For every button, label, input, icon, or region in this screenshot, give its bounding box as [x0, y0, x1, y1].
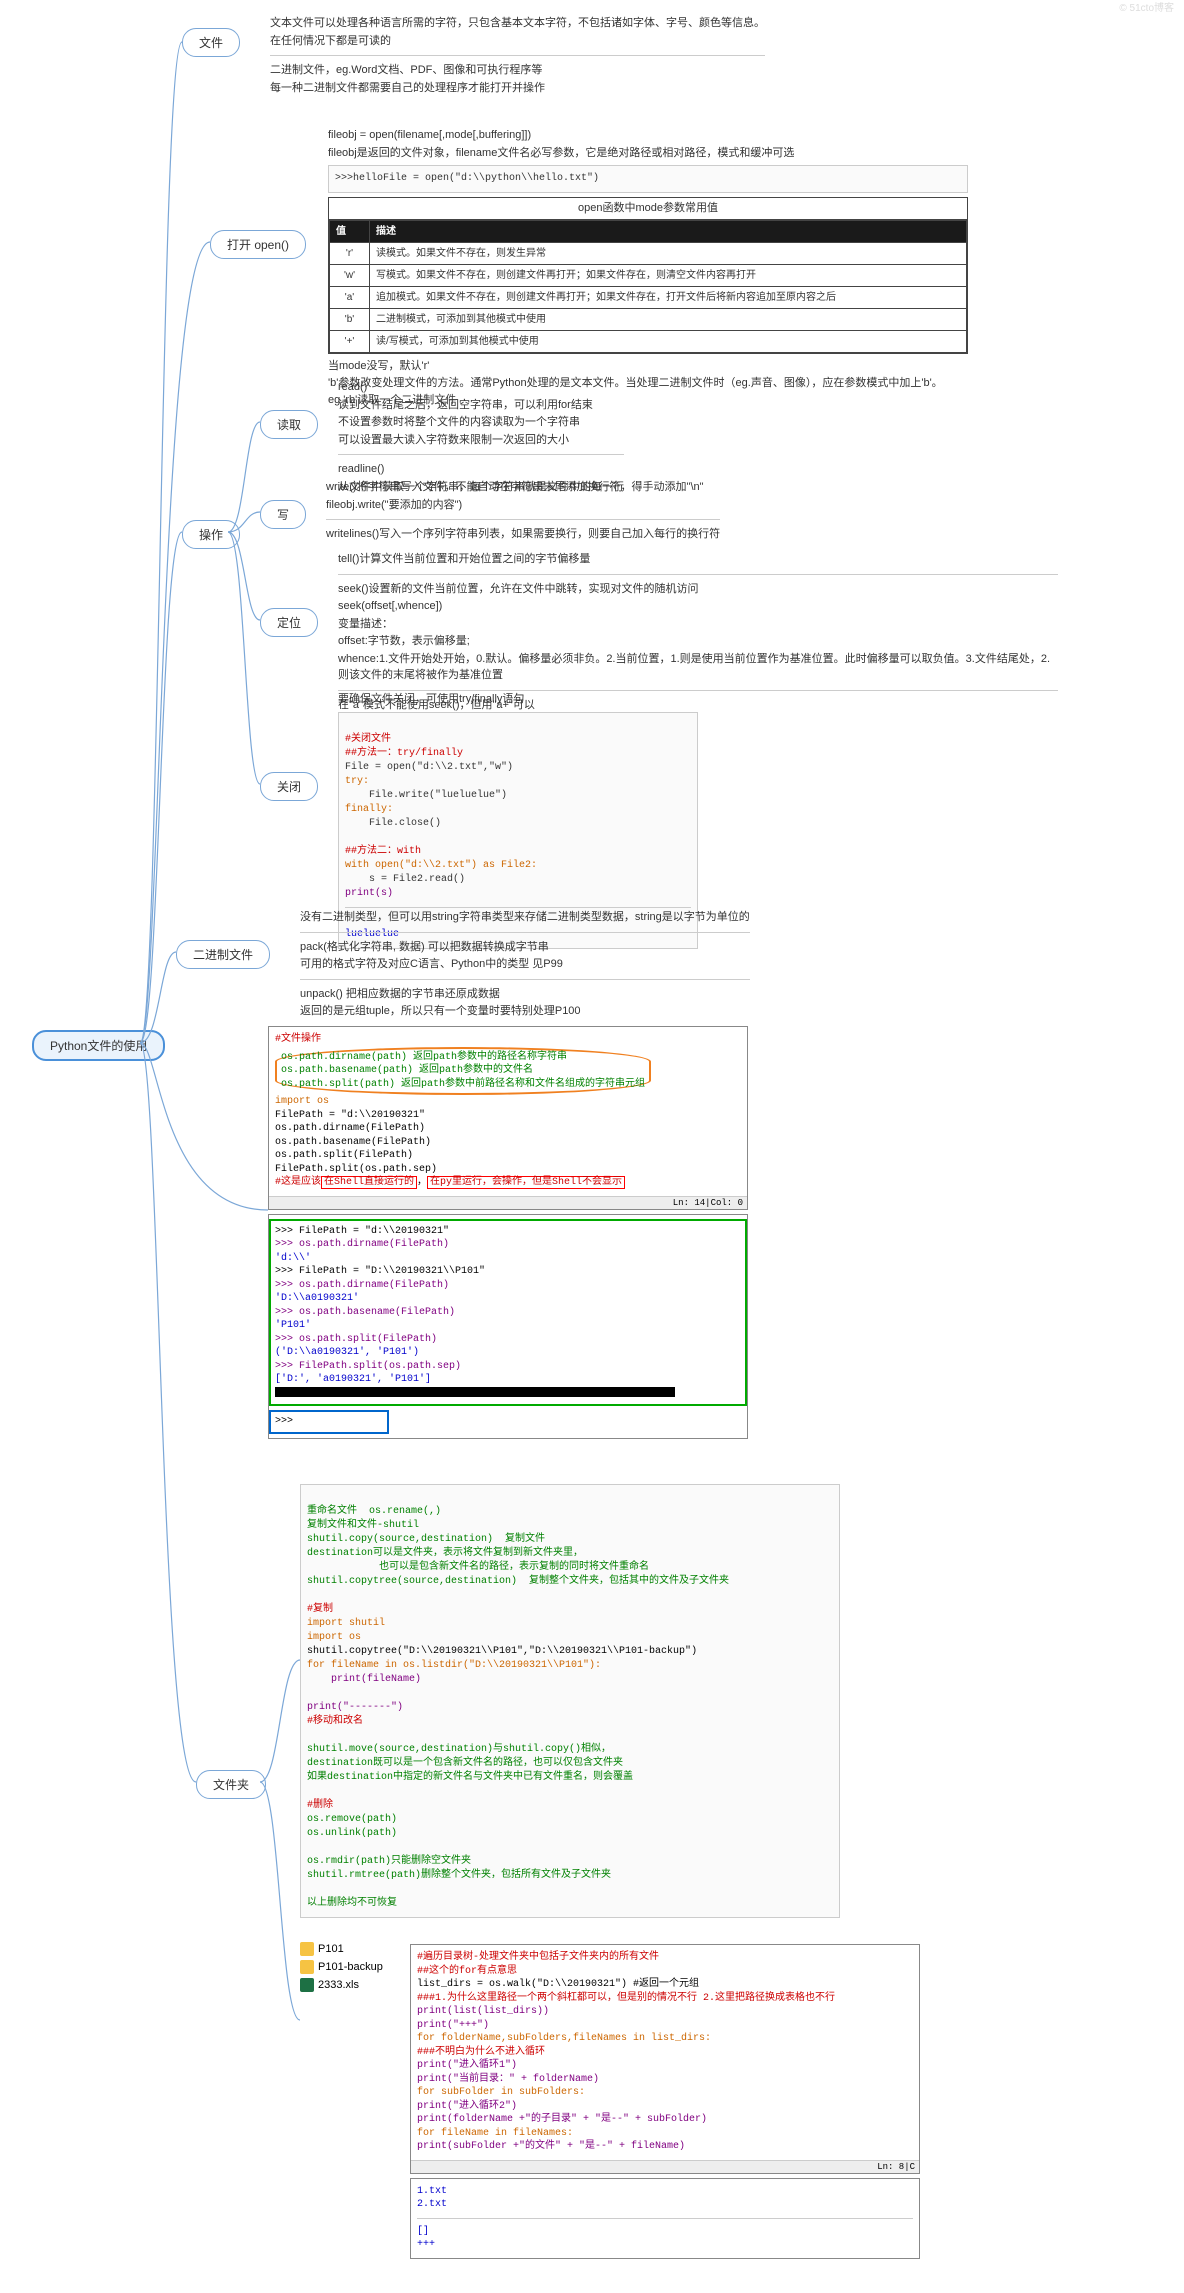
seek-l2: seek()设置新的文件当前位置，允许在文件中跳转，实现对文件的随机访问 — [338, 581, 1058, 598]
idle1-a1: os.path.dirname(path) 返回path参数中的路径名称字符串 — [281, 1052, 567, 1063]
write-l1: write()将字符串写入文件，不能自动在字符串末尾添加换行符，得手动添加"\n… — [326, 479, 720, 496]
idle1-nr1: 在Shell直接运行的 — [321, 1176, 417, 1189]
th-desc: 描述 — [370, 220, 967, 242]
idle1-a2: os.path.basename(path) 返回path参数中的文件名 — [281, 1065, 533, 1076]
close-l1: 要确保文件关闭，可使用try/finally语句 — [338, 691, 698, 708]
write-l3: writelines()写入一个序列字符串列表，如果需要换行，则要自己加入每行的… — [326, 526, 720, 543]
node-close[interactable]: 关闭 — [260, 772, 318, 801]
open-l3: 当mode没写，默认'r' — [328, 358, 968, 375]
s1: >>> FilePath = "d:\\20190321" — [275, 1226, 449, 1237]
node-seek[interactable]: 定位 — [260, 608, 318, 637]
idle-editor-1: #文件操作 os.path.dirname(path) 返回path参数中的路径… — [268, 1026, 748, 1210]
file-p101b: P101-backup — [318, 1961, 383, 1973]
idle1-status: Ln: 14|Col: 0 — [269, 1196, 747, 1209]
read-h2: readline() — [338, 461, 624, 478]
idle1-a3: os.path.split(path) 返回path参数中前路径名称和文件名组成… — [281, 1079, 645, 1090]
node-binary[interactable]: 二进制文件 — [176, 940, 270, 969]
th-val: 值 — [330, 220, 370, 242]
read-h1: read() — [338, 379, 624, 396]
idle1-c2: FilePath = "d:\\20190321" — [275, 1110, 425, 1121]
write-l2: fileobj.write("要添加的内容") — [326, 497, 720, 514]
s12: ['D:', 'a0190321', 'P101'] — [275, 1374, 431, 1385]
bin-l1: 没有二进制类型，但可以用string字符串类型来存储二进制类型数据，string… — [300, 909, 750, 926]
mode-a-desc: 追加模式。如果文件不存在，则创建文件再打开；如果文件存在，打开文件后将新内容追加… — [370, 286, 967, 308]
bin-l4: unpack() 把相应数据的字节串还原成数据 — [300, 986, 750, 1003]
s14: >>> — [275, 1416, 293, 1427]
mode-r-desc: 读模式。如果文件不存在，则发生异常 — [370, 242, 967, 264]
s10: ('D:\\a0190321', 'P101') — [275, 1347, 419, 1358]
s4: >>> FilePath = "D:\\20190321\\P101" — [275, 1266, 485, 1277]
idle1-c5: os.path.split(FilePath) — [275, 1150, 413, 1161]
idle-shell-1: >>> FilePath = "d:\\20190321" >>> os.pat… — [268, 1214, 748, 1440]
mode-table-title: open函数中mode参数常用值 — [329, 198, 967, 220]
file-l3: 二进制文件，eg.Word文档、PDF、图像和可执行程序等 — [270, 62, 765, 79]
mode-a: 'a' — [330, 286, 370, 308]
file-xls: 2333.xls — [318, 1979, 359, 1991]
open-l1: fileobj = open(filename[,mode[,buffering… — [328, 127, 968, 144]
open-l2: fileobj是返回的文件对象，filename文件名必写参数，它是绝对路径或相… — [328, 145, 968, 162]
s9: >>> os.path.split(FilePath) — [275, 1334, 437, 1345]
idle1-c1: import os — [275, 1096, 329, 1107]
bin-l2: pack(格式化字符串, 数据) 可以把数据转换成字节串 — [300, 939, 750, 956]
mode-b-desc: 二进制模式，可添加到其他模式中使用 — [370, 308, 967, 330]
xls-icon — [300, 1978, 314, 1992]
walk-status: Ln: 8|C — [411, 2160, 919, 2173]
file-l1: 文本文件可以处理各种语言所需的字符，只包含基本文本字符，不包括诸如字体、字号、颜… — [270, 15, 765, 32]
idle1-c3: os.path.dirname(FilePath) — [275, 1123, 425, 1134]
mode-w: 'w' — [330, 264, 370, 286]
watermark: © 51cto博客 — [1119, 0, 1174, 14]
seek-l1: tell()计算文件当前位置和开始位置之间的字节偏移量 — [338, 551, 1058, 568]
seek-l5: offset:字节数，表示偏移量; — [338, 633, 1058, 650]
seek-l3: seek(offset[,whence]) — [338, 598, 1058, 615]
read-l2: 不设置参数时将整个文件的内容读取为一个字符串 — [338, 414, 624, 431]
s8: 'P101' — [275, 1320, 311, 1331]
file-l4: 每一种二进制文件都需要自己的处理程序才能打开并操作 — [270, 80, 765, 97]
node-write[interactable]: 写 — [260, 500, 306, 529]
s7: >>> os.path.basename(FilePath) — [275, 1307, 455, 1318]
mode-r: 'r' — [330, 242, 370, 264]
folder-code: 重命名文件 os.rename(,) 复制文件和文件-shutil shutil… — [300, 1484, 840, 1918]
mode-table: open函数中mode参数常用值 值描述 'r'读模式。如果文件不存在，则发生异… — [328, 197, 968, 354]
idle1-c4: os.path.basename(FilePath) — [275, 1137, 431, 1148]
mode-w-desc: 写模式。如果文件不存在，则创建文件再打开；如果文件存在，则清空文件内容再打开 — [370, 264, 967, 286]
file-p101: P101 — [318, 1943, 344, 1955]
walk-output: 1.txt 2.txt [] +++ — [410, 2178, 920, 2259]
node-ops[interactable]: 操作 — [182, 520, 240, 549]
walk-editor: #遍历目录树-处理文件夹中包括子文件夹内的所有文件 ##这个的for有点意思 l… — [410, 1944, 920, 2174]
idle1-c6: FilePath.split(os.path.sep) — [275, 1164, 437, 1175]
idle1-nm: ， — [417, 1177, 427, 1188]
idle1-nr2: 在py里运行，会操作，但是Shell不会显示 — [427, 1176, 625, 1189]
bin-l3: 可用的格式字符及对应C语言、Python中的类型 见P99 — [300, 956, 750, 973]
s3: 'd:\\' — [275, 1253, 311, 1264]
s6: 'D:\\a0190321' — [275, 1293, 359, 1304]
s2: >>> os.path.dirname(FilePath) — [275, 1239, 449, 1250]
open-code1: >>>helloFile = open("d:\\python\\hello.t… — [328, 165, 968, 193]
seek-l6: whence:1.文件开始处开始，0.默认。偏移量必须非负。2.当前位置，1.则… — [338, 651, 1058, 684]
node-read[interactable]: 读取 — [260, 410, 318, 439]
s11: >>> FilePath.split(os.path.sep) — [275, 1361, 461, 1372]
s13: >>> — [275, 1387, 675, 1397]
node-open[interactable]: 打开 open() — [210, 230, 306, 259]
s5: >>> os.path.dirname(FilePath) — [275, 1280, 449, 1291]
folder-icon — [300, 1942, 314, 1956]
seek-l4: 变量描述： — [338, 616, 1058, 633]
folder-icon — [300, 1960, 314, 1974]
mode-plus: '+' — [330, 330, 370, 352]
bin-l5: 返回的是元组tuple，所以只有一个变量时要特别处理P100 — [300, 1003, 750, 1020]
read-l1: 读到文件结尾之后，返回空字符串，可以利用for结束 — [338, 397, 624, 414]
file-l2: 在任何情况下都是可读的 — [270, 33, 765, 50]
read-l3: 可以设置最大读入字符数来限制一次返回的大小 — [338, 432, 624, 449]
file-list: P101 P101-backup 2333.xls — [300, 1940, 400, 1994]
mode-b: 'b' — [330, 308, 370, 330]
mode-plus-desc: 读/写模式，可添加到其他模式中使用 — [370, 330, 967, 352]
root-node[interactable]: Python文件的使用 — [32, 1030, 165, 1061]
node-folder[interactable]: 文件夹 — [196, 1770, 266, 1799]
node-file[interactable]: 文件 — [182, 28, 240, 57]
idle1-title: #文件操作 — [275, 1034, 321, 1045]
idle1-note: #这是应该 — [275, 1177, 321, 1188]
